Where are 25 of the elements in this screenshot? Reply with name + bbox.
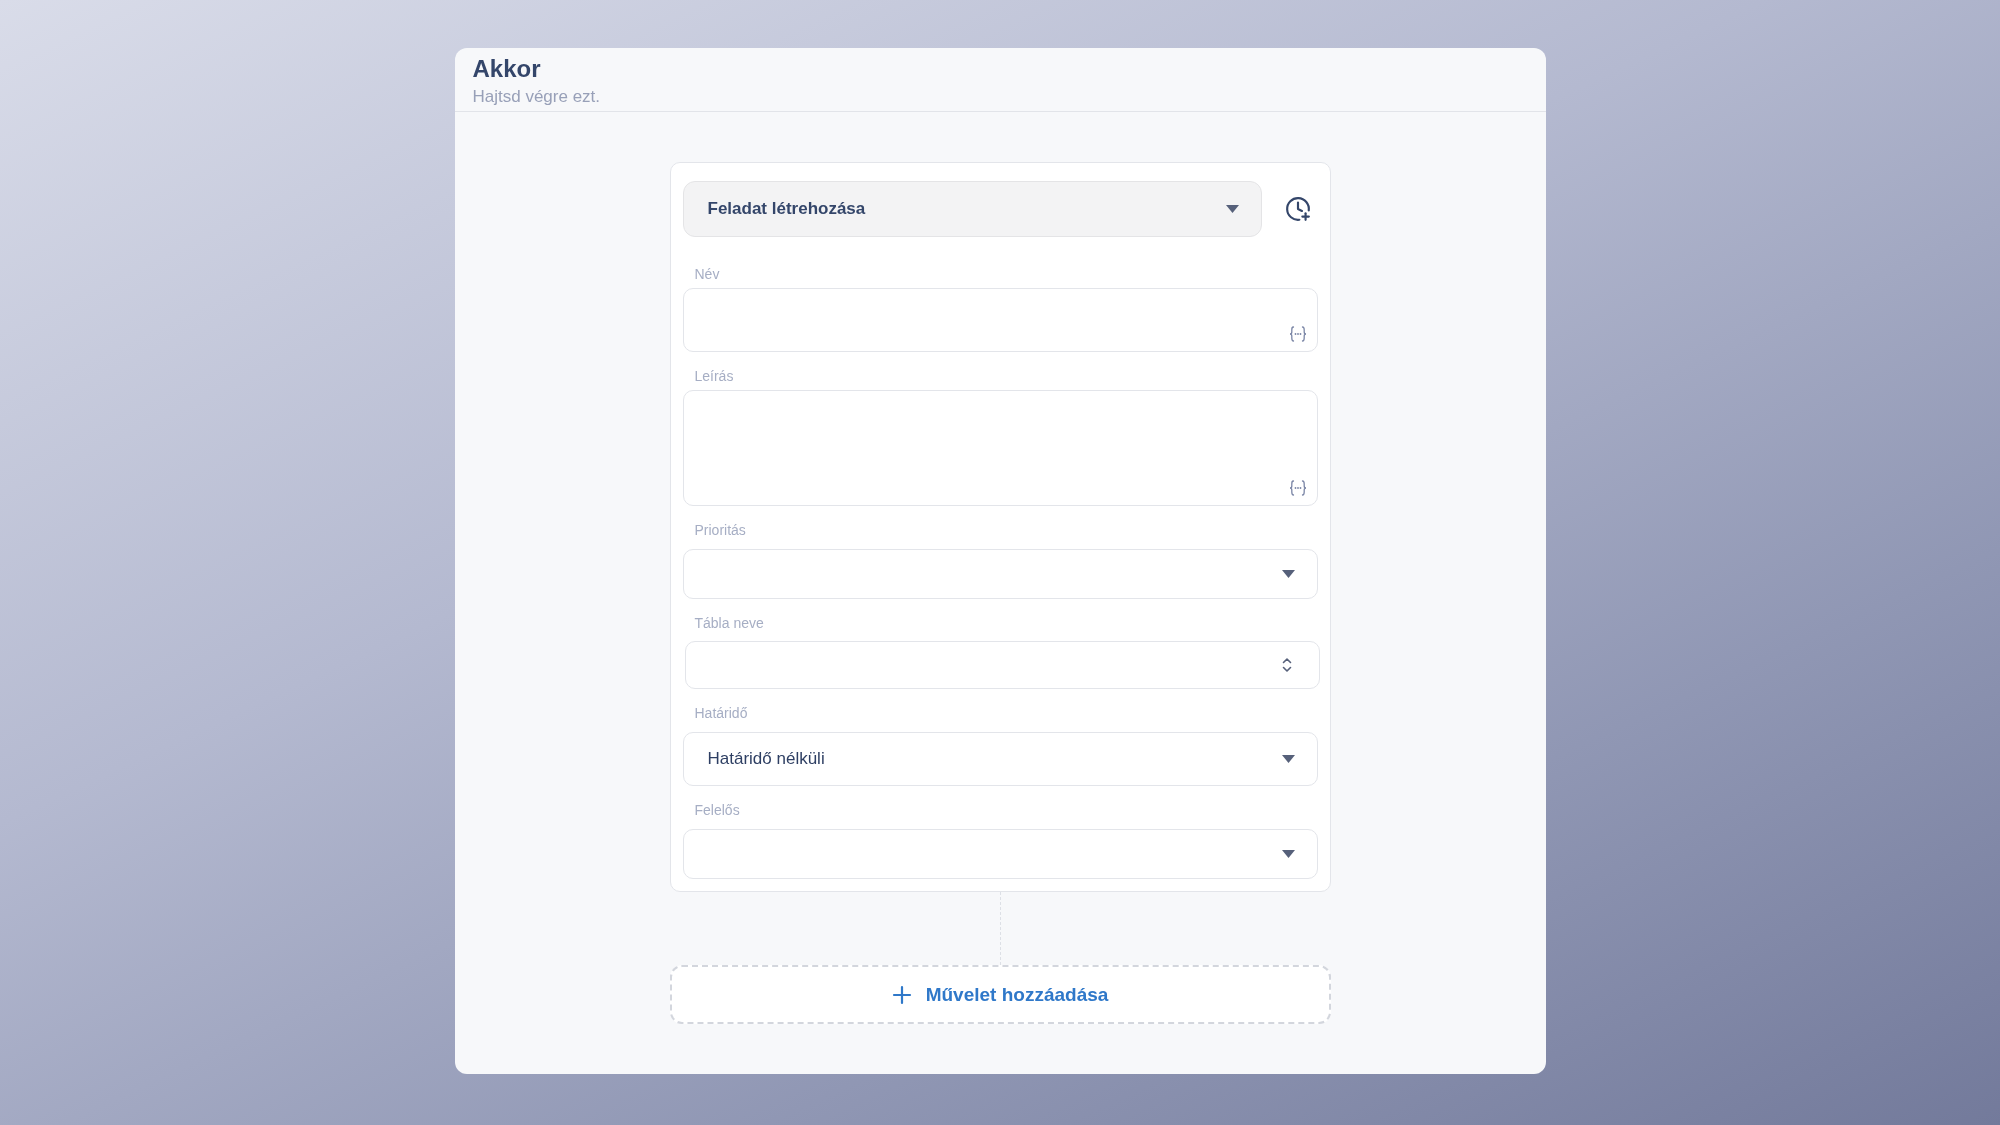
plus-icon bbox=[891, 984, 912, 1005]
field-label: Prioritás bbox=[693, 521, 747, 539]
caret-icon bbox=[1281, 755, 1295, 763]
chevrons-up-down-icon bbox=[1281, 657, 1292, 673]
select-field[interactable] bbox=[682, 549, 1318, 599]
panel-title: Akkor bbox=[472, 55, 542, 83]
select-field[interactable]: Határidő nélküli bbox=[682, 732, 1318, 786]
field-label: Leírás bbox=[693, 367, 735, 385]
clock-plus-icon[interactable] bbox=[1284, 196, 1311, 222]
braces-icon[interactable] bbox=[1288, 326, 1307, 342]
field-label: Név bbox=[693, 265, 721, 283]
caret-icon bbox=[1281, 570, 1295, 578]
caret-icon bbox=[1225, 205, 1239, 213]
action-dropdown[interactable]: Feladat létrehozása bbox=[682, 181, 1262, 237]
caret-icon bbox=[1281, 850, 1295, 858]
select-field[interactable] bbox=[682, 829, 1318, 879]
add-action-button[interactable]: Művelet hozzáadása bbox=[669, 965, 1331, 1024]
braces-icon[interactable] bbox=[1288, 480, 1307, 496]
field-label: Határidő bbox=[693, 704, 749, 722]
field-label: Tábla neve bbox=[693, 614, 765, 632]
combobox-field[interactable] bbox=[684, 641, 1320, 689]
textarea-field[interactable] bbox=[682, 390, 1318, 506]
input-field[interactable] bbox=[682, 288, 1318, 352]
field-label: Felelős bbox=[693, 801, 741, 819]
panel-subtitle: Hajtsd végre ezt. bbox=[472, 86, 602, 108]
